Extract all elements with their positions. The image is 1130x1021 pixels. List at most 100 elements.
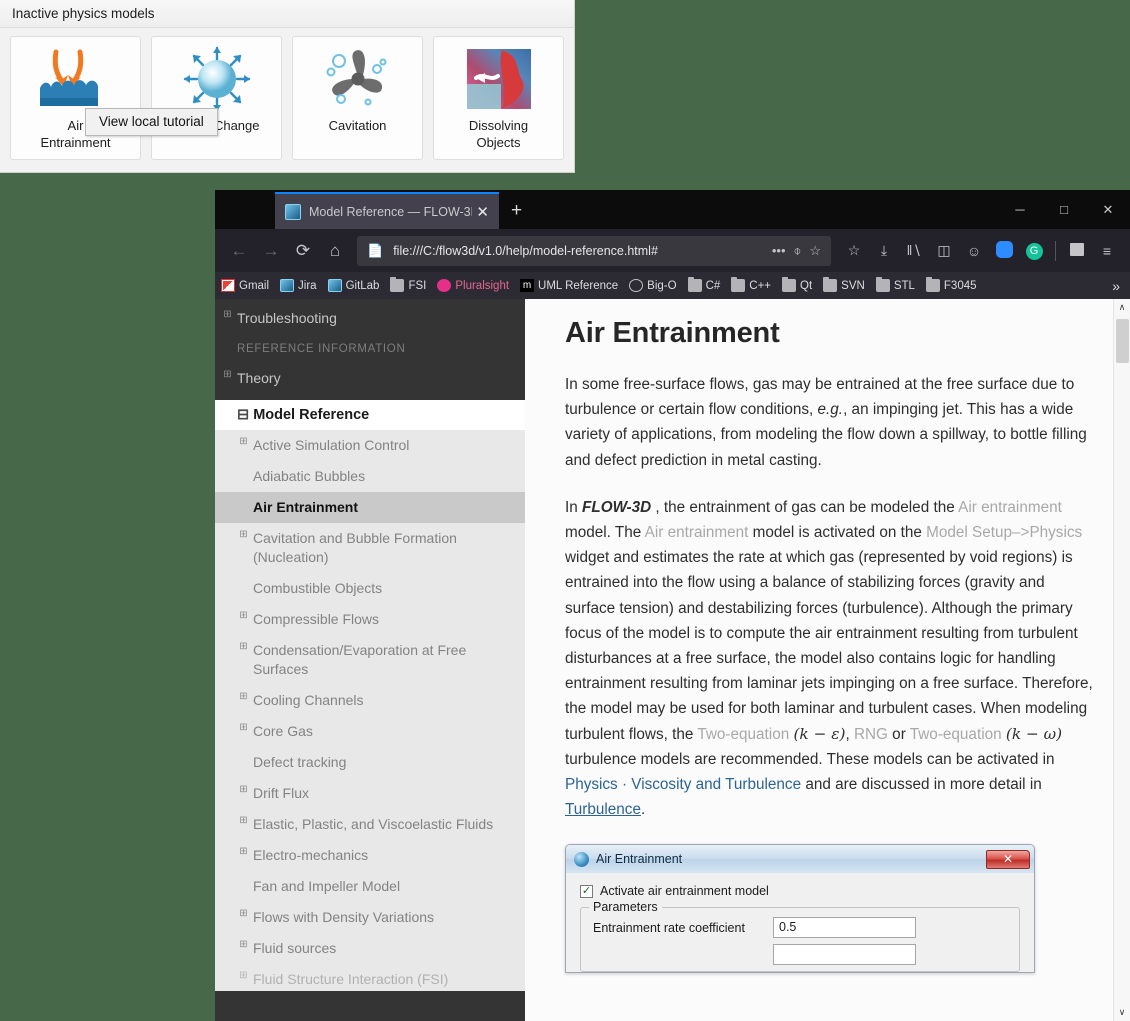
library-icon[interactable]: ‖∖: [899, 242, 929, 259]
reload-button[interactable]: ⟳: [287, 241, 319, 261]
page-actions-icon[interactable]: •••: [768, 243, 790, 258]
dissolving-objects-icon: [434, 45, 563, 113]
bookmark-fsi[interactable]: FSI: [390, 277, 426, 292]
scroll-up-arrow-icon[interactable]: ∧: [1114, 299, 1130, 316]
bookmark-f3045[interactable]: F3045: [925, 277, 977, 292]
expand-twisty-icon[interactable]: ⊞: [222, 310, 233, 321]
collapse-twisty-icon[interactable]: ⊟: [237, 407, 249, 423]
sidebar-item-fluid-sources[interactable]: ⊞ Fluid sources: [215, 933, 525, 964]
minimize-button[interactable]: ─: [998, 202, 1042, 217]
bookmark-gitlab[interactable]: GitLab: [327, 279, 379, 292]
expand-twisty-icon[interactable]: ⊞: [238, 692, 249, 703]
sidebar-item-elastic-plastic-viscoelastic-fluids[interactable]: ⊞ Elastic, Plastic, and Viscoelastic Flu…: [215, 809, 525, 840]
expand-twisty-icon[interactable]: ⊞: [238, 971, 249, 982]
gift-icon[interactable]: [1062, 242, 1092, 259]
bookmark-jira[interactable]: Jira: [280, 279, 317, 292]
expand-twisty-icon[interactable]: ⊞: [238, 940, 249, 951]
close-window-button[interactable]: ✕: [1086, 202, 1130, 218]
dialog-close-button[interactable]: ✕: [986, 849, 1030, 869]
physics-card-air-entrainment[interactable]: Air Entrainment: [10, 36, 141, 160]
sidebar-item-condensation-evaporation[interactable]: ⊞ Condensation/Evaporation at Free Surfa…: [215, 635, 525, 685]
expand-twisty-icon[interactable]: ⊞: [222, 370, 233, 381]
expand-twisty-icon[interactable]: ⊞: [238, 785, 249, 796]
bookmark-cpp[interactable]: C++: [731, 277, 771, 292]
bookmarks-overflow-icon[interactable]: »: [1112, 278, 1124, 294]
sidebar-item-model-reference[interactable]: ⊟ Model Reference: [215, 400, 525, 430]
sidebar-item-adiabatic-bubbles[interactable]: Adiabatic Bubbles: [215, 461, 525, 492]
grammarly-icon[interactable]: G: [1019, 241, 1049, 260]
sidebar-item-flows-with-density-variations[interactable]: ⊞ Flows with Density Variations: [215, 902, 525, 933]
link-air-entrainment-1[interactable]: Air entrainment: [958, 499, 1062, 516]
bookmark-gmail[interactable]: Gmail: [221, 279, 269, 292]
expand-twisty-icon[interactable]: ⊞: [238, 437, 249, 448]
sidebar-item-label: Electro-mechanics: [253, 847, 369, 863]
checkbox-checked-icon[interactable]: ✓: [580, 884, 593, 898]
home-button[interactable]: ⌂: [319, 241, 351, 261]
sidebar-item-defect-tracking[interactable]: Defect tracking: [215, 747, 525, 778]
sidebar-item-drift-flux[interactable]: ⊞ Drift Flux: [215, 778, 525, 809]
reader-mode-icon[interactable]: ⌽: [790, 243, 806, 259]
sidebar-item-combustible-objects[interactable]: Combustible Objects: [215, 573, 525, 604]
expand-twisty-icon[interactable]: ⊞: [238, 611, 249, 622]
sidebar-item-core-gas[interactable]: ⊞ Core Gas: [215, 716, 525, 747]
expand-twisty-icon[interactable]: ⊞: [238, 723, 249, 734]
sidebar-item-air-entrainment[interactable]: Air Entrainment: [215, 492, 525, 523]
link-physics-viscosity-and-turbulence[interactable]: Physics · Viscosity and Turbulence: [565, 776, 801, 793]
bookmark-uml-reference[interactable]: m UML Reference: [520, 279, 618, 292]
sidebar-item-troubleshooting[interactable]: ⊞ Troubleshooting: [215, 303, 525, 334]
forward-button[interactable]: →: [255, 241, 287, 261]
link-air-entrainment-2[interactable]: Air entrainment: [645, 524, 749, 541]
bookmark-label: STL: [893, 279, 915, 292]
second-parameter-input[interactable]: [773, 944, 916, 966]
twisty-placeholder-icon: [238, 878, 249, 889]
expand-twisty-icon[interactable]: ⊞: [238, 847, 249, 858]
link-two-equation-k-epsilon[interactable]: Two-equation: [697, 726, 789, 743]
sidebar-item-compressible-flows[interactable]: ⊞ Compressible Flows: [215, 604, 525, 635]
bookmark-svn[interactable]: SVN: [823, 277, 865, 292]
sidebar-item-fan-and-impeller-model[interactable]: Fan and Impeller Model: [215, 871, 525, 902]
bookmark-big-o[interactable]: Big-O: [629, 279, 677, 292]
paragraph-model-description: In FLOW-3D , the entrainment of gas can …: [565, 495, 1094, 823]
page-scrollbar[interactable]: ∧ ∨: [1113, 299, 1130, 1021]
tab-close-icon[interactable]: ✕: [472, 203, 493, 221]
bookmark-csharp[interactable]: C#: [687, 277, 720, 292]
expand-twisty-icon[interactable]: ⊞: [238, 909, 249, 920]
sidebar-icon[interactable]: ◫: [929, 242, 959, 259]
link-model-setup-physics[interactable]: Model Setup–>Physics: [926, 524, 1082, 541]
physics-card-cavitation[interactable]: Cavitation: [292, 36, 423, 160]
activate-air-entrainment-checkbox-row[interactable]: ✓ Activate air entrainment model: [580, 884, 1020, 898]
scrollbar-thumb[interactable]: [1116, 319, 1129, 363]
browser-tab-model-reference[interactable]: Model Reference — FLOW-3D U ✕: [275, 192, 499, 229]
physics-card-dissolving-objects[interactable]: Dissolving Objects: [433, 36, 564, 160]
zoom-meeting-icon[interactable]: [989, 240, 1019, 261]
entrainment-rate-coefficient-input[interactable]: 0.5: [773, 917, 916, 939]
sidebar-item-cooling-channels[interactable]: ⊞ Cooling Channels: [215, 685, 525, 716]
bookmark-stl[interactable]: STL: [875, 277, 915, 292]
expand-twisty-icon[interactable]: ⊞: [238, 642, 249, 653]
downloads-icon[interactable]: ⤓: [869, 242, 899, 259]
maximize-button[interactable]: □: [1042, 202, 1086, 217]
link-two-equation-k-omega[interactable]: Two-equation: [910, 726, 1002, 743]
expand-twisty-icon[interactable]: ⊞: [238, 816, 249, 827]
new-tab-button[interactable]: +: [499, 200, 534, 222]
bookmark-qt[interactable]: Qt: [782, 277, 812, 292]
sidebar-item-theory[interactable]: ⊞ Theory: [215, 363, 525, 394]
pocket-icon[interactable]: ☆: [839, 242, 869, 259]
back-button[interactable]: ←: [223, 241, 255, 261]
address-bar[interactable]: 📄 file:///C:/flow3d/v1.0/help/model-refe…: [357, 235, 831, 266]
sidebar-item-active-simulation-control[interactable]: ⊞ Active Simulation Control: [215, 430, 525, 461]
sidebar-item-cavitation-and-bubble-formation[interactable]: ⊞ Cavitation and Bubble Formation (Nucle…: [215, 523, 525, 573]
scroll-down-arrow-icon[interactable]: ∨: [1114, 1004, 1130, 1021]
bookmark-pluralsight[interactable]: Pluralsight: [437, 279, 509, 292]
link-turbulence[interactable]: Turbulence: [565, 801, 641, 818]
physics-card-phase-change[interactable]: Phase Change: [151, 36, 282, 160]
app-menu-icon[interactable]: ≡: [1092, 243, 1122, 259]
gmail-icon: [221, 279, 235, 292]
sidebar-item-label: Air Entrainment: [253, 499, 359, 515]
expand-twisty-icon[interactable]: ⊞: [238, 530, 249, 541]
account-icon[interactable]: ☺: [959, 243, 989, 259]
link-rng[interactable]: RNG: [854, 726, 888, 743]
bookmark-star-icon[interactable]: ☆: [805, 243, 825, 259]
sidebar-item-electro-mechanics[interactable]: ⊞ Electro-mechanics: [215, 840, 525, 871]
bookmark-label: F3045: [943, 279, 977, 292]
